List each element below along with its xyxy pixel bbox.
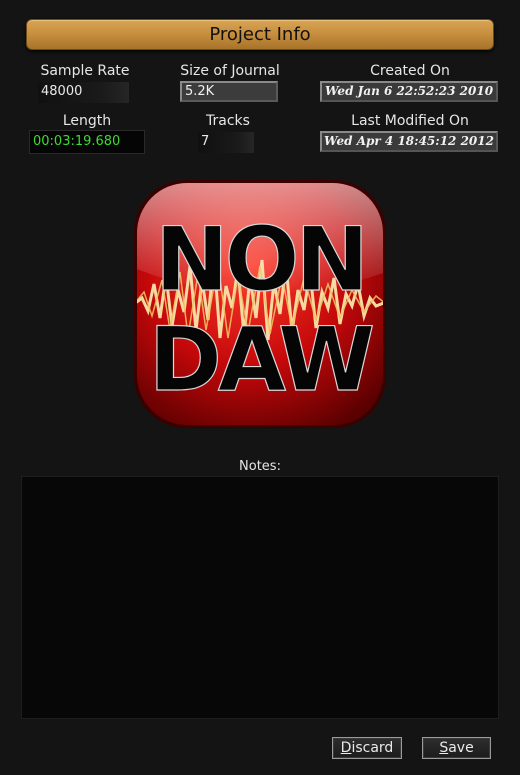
dialog-title: Project Info bbox=[26, 19, 494, 50]
tracks-value: 7 bbox=[198, 132, 254, 153]
last-modified-label: Last Modified On bbox=[351, 113, 469, 129]
created-on-value: Wed Jan 6 22:52:23 2010 bbox=[320, 81, 498, 102]
save-mnemonic: S bbox=[439, 740, 449, 756]
discard-button[interactable]: Discard bbox=[332, 737, 402, 759]
discard-label: iscard bbox=[351, 740, 394, 756]
sample-rate-value: 48000 bbox=[38, 82, 129, 103]
sample-rate-label: Sample Rate bbox=[40, 63, 130, 79]
save-label: ave bbox=[448, 740, 474, 756]
created-on-label: Created On bbox=[370, 63, 450, 79]
logo-text-bottom: DAW bbox=[149, 308, 373, 411]
notes-textarea[interactable] bbox=[21, 476, 499, 719]
last-modified-value: Wed Apr 4 18:45:12 2012 bbox=[320, 131, 498, 152]
length-value: 00:03:19.680 bbox=[29, 130, 145, 154]
non-daw-logo: NON DAW bbox=[134, 180, 386, 428]
project-info-dialog: Project Info Sample Rate 48000 Size of J… bbox=[0, 0, 520, 775]
journal-size-label: Size of Journal bbox=[180, 63, 280, 79]
journal-size-value: 5.2K bbox=[180, 81, 278, 102]
discard-mnemonic: D bbox=[340, 740, 352, 756]
length-label: Length bbox=[62, 113, 112, 129]
logo-text-top: NON bbox=[155, 208, 365, 311]
notes-label: Notes: bbox=[239, 459, 281, 474]
save-button[interactable]: Save bbox=[422, 737, 491, 759]
tracks-label: Tracks bbox=[206, 113, 250, 129]
